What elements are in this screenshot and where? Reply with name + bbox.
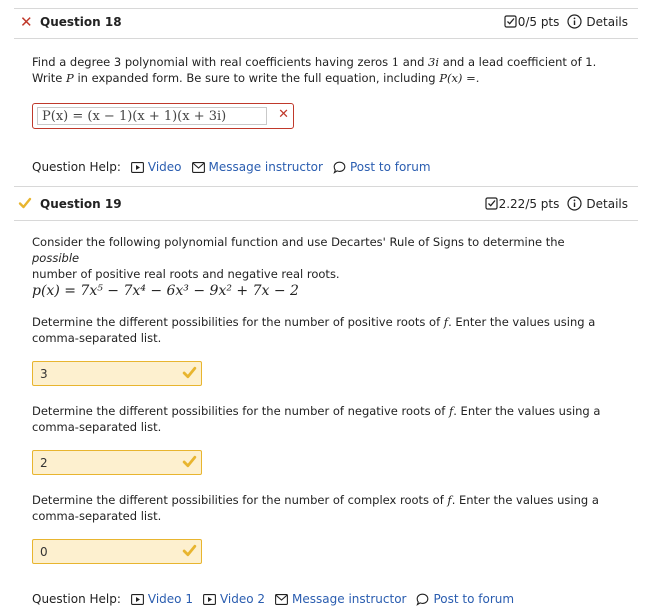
- checkbox-score-icon: [484, 196, 499, 211]
- question-18-header: ✕ Question 18 0/5 pts Details: [14, 11, 638, 37]
- incorrect-icon: ✕: [278, 107, 289, 122]
- video-icon: [130, 593, 144, 605]
- question-19-intro: Consider the following polynomial functi…: [32, 235, 565, 281]
- envelope-icon: [191, 161, 205, 173]
- positive-roots-question: Determine the different possibilities fo…: [32, 315, 596, 345]
- message-instructor-link[interactable]: Message instructor: [191, 160, 323, 174]
- video-link[interactable]: Video: [130, 160, 182, 174]
- speech-bubble-icon: [416, 593, 429, 606]
- negative-roots-answer[interactable]: 2: [32, 450, 202, 475]
- divider: [14, 186, 638, 187]
- answer-value: 2: [40, 456, 48, 470]
- positive-roots-answer[interactable]: 3: [32, 361, 202, 386]
- question-help: Question Help: Video 1 Video 2 Message i…: [32, 592, 514, 606]
- points: 0/5 pts: [517, 14, 560, 29]
- info-icon[interactable]: [567, 14, 582, 29]
- info-icon[interactable]: [567, 196, 582, 211]
- answer-field-wrong: P(x) = (x − 1)(x + 1)(x + 3i) ✕: [32, 103, 294, 129]
- question-help: Question Help: Video Message instructor …: [32, 160, 431, 174]
- question-title: Question 19: [40, 197, 122, 211]
- partial-correct-icon: [18, 195, 32, 215]
- incorrect-icon: ✕: [20, 13, 33, 31]
- help-label: Question Help:: [32, 592, 121, 606]
- details-link[interactable]: Details: [586, 15, 628, 29]
- post-to-forum-link[interactable]: Post to forum: [333, 160, 431, 174]
- details-link[interactable]: Details: [586, 197, 628, 211]
- envelope-icon: [275, 593, 288, 605]
- answer-value: 0: [40, 545, 48, 559]
- post-to-forum-link[interactable]: Post to forum: [416, 592, 514, 606]
- divider: [14, 8, 638, 9]
- video-1-link[interactable]: Video 1: [130, 592, 193, 606]
- points: 2.22/5 pts: [498, 196, 560, 211]
- divider: [14, 38, 638, 39]
- answer-value: 3: [40, 367, 48, 381]
- divider: [14, 220, 638, 221]
- message-instructor-link[interactable]: Message instructor: [275, 592, 406, 606]
- negative-roots-question: Determine the different possibilities fo…: [32, 404, 601, 434]
- answer-input[interactable]: P(x) = (x − 1)(x + 1)(x + 3i): [37, 107, 267, 125]
- video-icon: [203, 593, 216, 605]
- correct-icon: [182, 365, 197, 383]
- video-2-link[interactable]: Video 2: [203, 592, 265, 606]
- speech-bubble-icon: [333, 161, 346, 174]
- help-label: Question Help:: [32, 160, 121, 174]
- question-title: Question 18: [40, 15, 122, 29]
- correct-icon: [182, 454, 197, 472]
- question-18-prompt: Find a degree 3 polynomial with real coe…: [32, 55, 597, 85]
- video-icon: [130, 161, 144, 173]
- complex-roots-answer[interactable]: 0: [32, 539, 202, 564]
- polynomial-function: p(x) = 7x⁵ − 7x⁴ − 6x³ − 9x² + 7x − 2: [32, 283, 299, 299]
- checkbox-score-icon: [503, 14, 518, 29]
- correct-icon: [182, 543, 197, 561]
- question-19-header: Question 19 2.22/5 pts Details: [14, 193, 638, 219]
- score-area: 0/5 pts Details: [503, 14, 628, 29]
- complex-roots-question: Determine the different possibilities fo…: [32, 493, 599, 523]
- score-area: 2.22/5 pts Details: [484, 196, 628, 211]
